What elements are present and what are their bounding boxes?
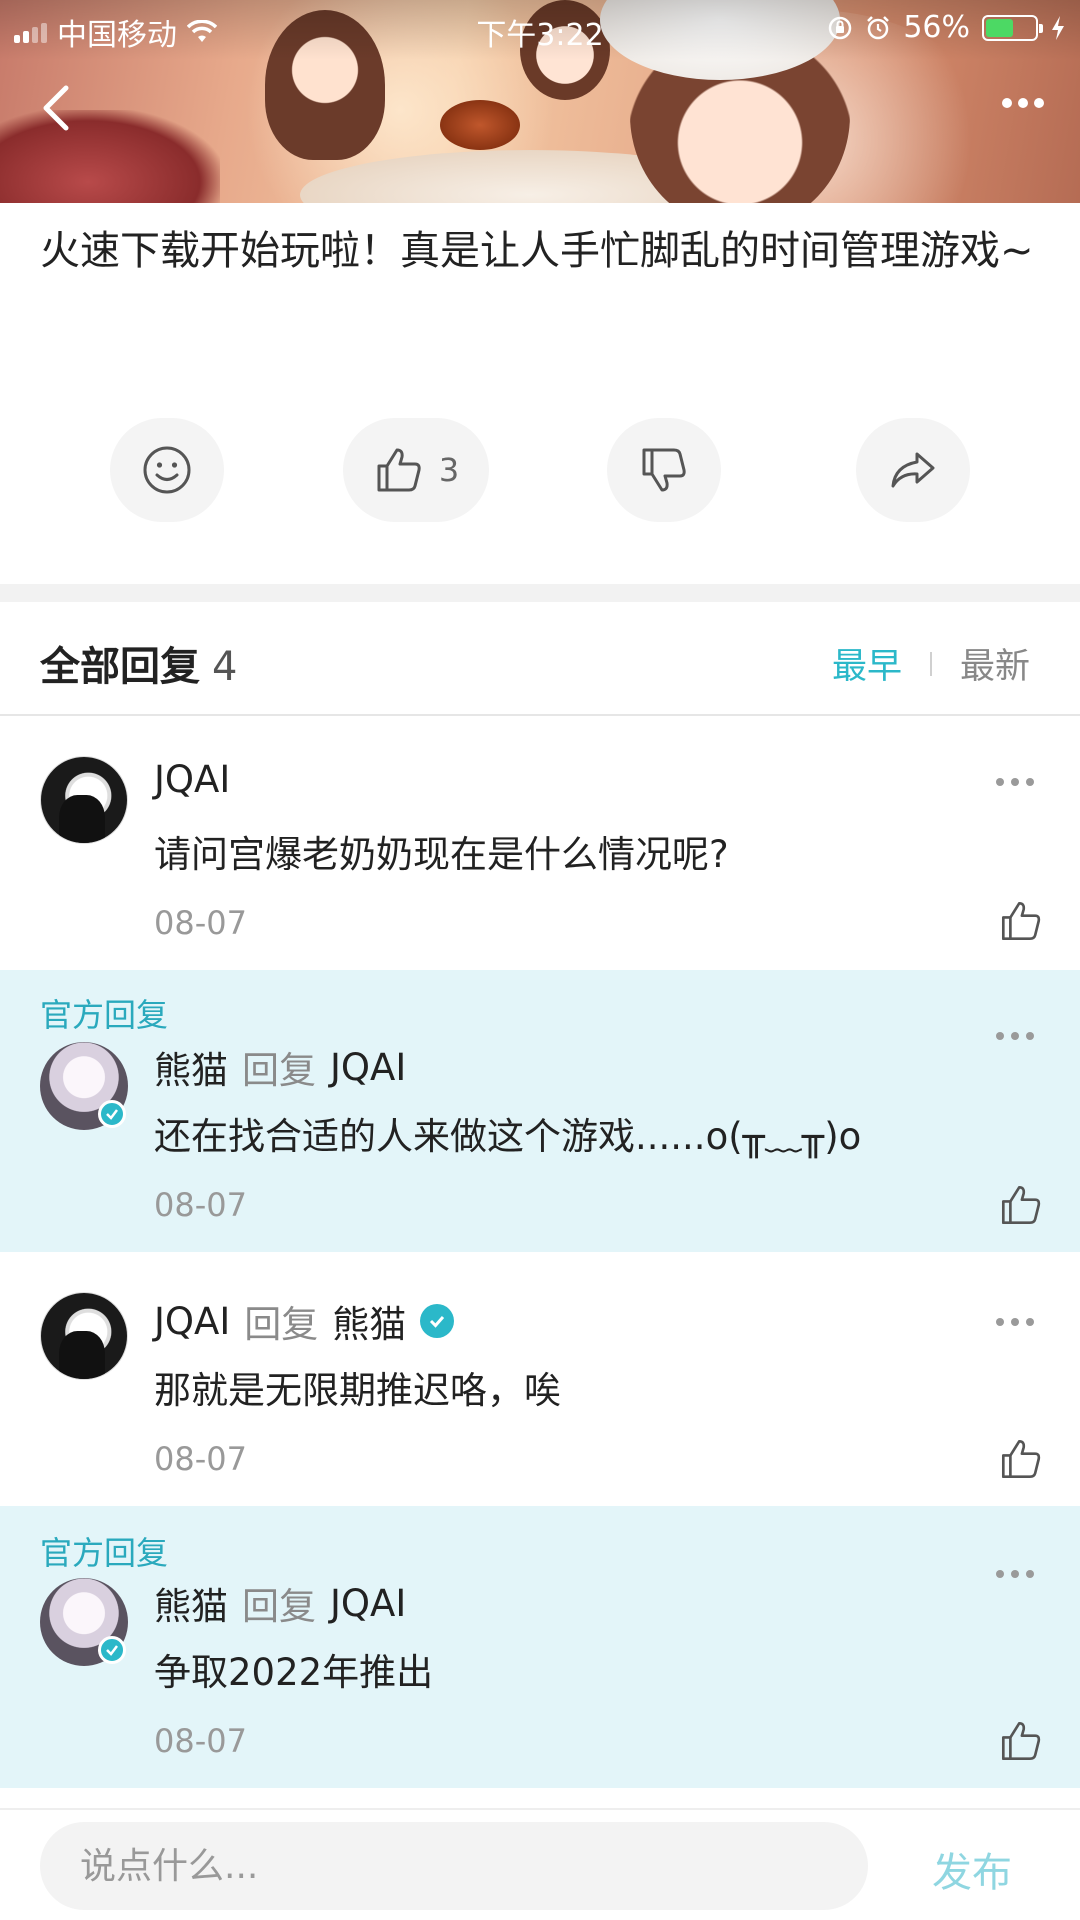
like-button[interactable]: 3: [343, 418, 489, 522]
more-horizontal-icon: [996, 1032, 1004, 1040]
verified-check-icon: [98, 1100, 126, 1128]
avatar[interactable]: [40, 756, 128, 844]
orientation-lock-icon: [829, 16, 852, 39]
reply-target[interactable]: JQAI: [330, 1046, 406, 1089]
comment-date: 08-07: [154, 1722, 247, 1760]
comment-date: 08-07: [154, 904, 247, 942]
dislike-button[interactable]: [607, 418, 721, 522]
thumbs-down-icon: [642, 448, 686, 492]
like-count: 3: [438, 451, 460, 489]
verified-check-icon: [420, 1304, 455, 1338]
comment-date: 08-07: [154, 1440, 247, 1478]
comment-author[interactable]: 熊猫: [154, 1576, 228, 1630]
comment-text: 还在找合适的人来做这个游戏......o(╥﹏╥)o: [154, 1115, 862, 1158]
sort-latest-button[interactable]: 最新: [960, 638, 1030, 689]
charging-icon: [1052, 15, 1064, 40]
comment-more-button[interactable]: [996, 1032, 1034, 1040]
comment-date: 08-07: [154, 1186, 247, 1224]
more-horizontal-icon: [1002, 98, 1012, 108]
battery-percent: 56%: [903, 10, 970, 45]
share-icon: [891, 452, 935, 488]
comment-author[interactable]: 熊猫: [154, 1040, 228, 1094]
replies-count: 4: [212, 644, 238, 690]
comment-like-icon[interactable]: [998, 898, 1044, 944]
comment-author-line: JQAI: [154, 758, 230, 801]
comment-more-button[interactable]: [996, 1570, 1034, 1578]
publish-button[interactable]: 发布: [932, 1840, 1012, 1898]
comment-like-icon[interactable]: [998, 1182, 1044, 1228]
emoji-reaction-button[interactable]: [110, 418, 224, 522]
reply-word: 回复: [242, 1585, 316, 1628]
replies-header: 全部回复 4 最早 最新: [0, 602, 1080, 716]
alarm-icon: [867, 15, 890, 39]
official-reply-tag: 官方回复: [40, 1534, 169, 1572]
comment-author-line: 熊猫 回复 JQAI: [154, 1576, 406, 1630]
chevron-left-icon: [43, 85, 69, 131]
comment-text: 那就是无限期推迟咯，唉: [154, 1369, 561, 1412]
comment-input-bar: 发布: [0, 1808, 1080, 1920]
comment-author-line: 熊猫 回复 JQAI: [154, 1040, 406, 1094]
comment-more-button[interactable]: [996, 1318, 1034, 1326]
reply-word: 回复: [242, 1049, 316, 1092]
reply-target[interactable]: JQAI: [330, 1582, 406, 1625]
comment-like-icon[interactable]: [998, 1718, 1044, 1764]
comment-author-line: JQAI 回复 熊猫: [154, 1294, 455, 1348]
sort-separator: [929, 651, 932, 676]
share-button[interactable]: [856, 418, 970, 522]
more-horizontal-icon: [996, 1318, 1004, 1326]
comment-item: JQAI 请问宫爆老奶奶现在是什么情况呢? 08-07: [0, 718, 1080, 968]
comment-text: 争取2022年推出: [154, 1651, 434, 1694]
comment-author[interactable]: JQAI: [154, 758, 230, 801]
battery-icon: [982, 14, 1043, 41]
back-button[interactable]: [36, 82, 80, 134]
official-comment-item: 官方回复 熊猫 回复 JQAI 争取2022年推出 08-07: [0, 1506, 1080, 1788]
post-actions: 3: [0, 418, 1080, 522]
reply-word: 回复: [244, 1303, 319, 1346]
reply-target[interactable]: 熊猫: [332, 1294, 406, 1348]
official-reply-tag: 官方回复: [40, 996, 169, 1034]
post-content: 火速下载开始玩啦！真是让人手忙脚乱的时间管理游戏~: [40, 228, 1034, 274]
comment-input[interactable]: [40, 1822, 868, 1910]
comment-like-icon[interactable]: [998, 1436, 1044, 1482]
more-horizontal-icon: [996, 778, 1004, 786]
sort-earliest-button[interactable]: 最早: [832, 638, 902, 689]
comment-item: JQAI 回复 熊猫 那就是无限期推迟咯，唉 08-07: [0, 1252, 1080, 1506]
avatar[interactable]: [40, 1292, 128, 1380]
thumbs-up-icon: [377, 448, 421, 492]
section-divider: [0, 584, 1080, 602]
verified-check-icon: [98, 1636, 126, 1664]
replies-title: 全部回复 4: [40, 644, 238, 690]
sort-toggle: 最早 最新: [832, 638, 1030, 689]
comment-text: 请问宫爆老奶奶现在是什么情况呢?: [154, 833, 729, 876]
more-horizontal-icon: [996, 1570, 1004, 1578]
official-comment-item: 官方回复 熊猫 回复 JQAI 还在找合适的人来做这个游戏......o(╥﹏╥…: [0, 970, 1080, 1252]
comment-more-button[interactable]: [996, 778, 1034, 786]
smiley-icon: [143, 446, 191, 494]
status-bar: 中国移动 下午3:22 56%: [0, 0, 1080, 54]
comment-author[interactable]: JQAI: [154, 1300, 230, 1343]
more-options-button[interactable]: [1002, 98, 1044, 108]
